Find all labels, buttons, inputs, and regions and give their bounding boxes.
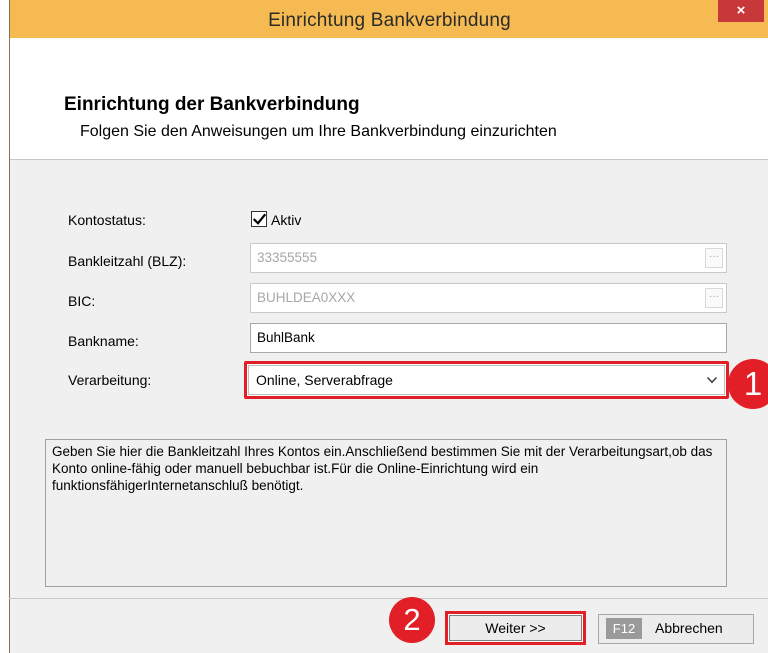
header-subtitle: Folgen Sie den Anweisungen um Ihre Bankv… [80, 123, 557, 140]
info-text: Geben Sie hier die Bankleitzahl Ihres Ko… [52, 444, 713, 493]
aktiv-checkbox[interactable] [251, 211, 267, 227]
blz-lookup-button[interactable]: ··· [705, 248, 723, 268]
cancel-button[interactable]: F12 Abbrechen [598, 614, 754, 644]
blz-value: 33355555 [257, 250, 318, 265]
checkmark-icon [253, 213, 266, 225]
header-pane: Einrichtung der Bankverbindung Folgen Si… [10, 38, 768, 160]
verarbeitung-label: Verarbeitung: [68, 372, 152, 388]
bic-lookup-button[interactable]: ··· [705, 288, 723, 308]
window-title: Einrichtung Bankverbindung [268, 10, 511, 31]
aktiv-label[interactable]: Aktiv [271, 212, 301, 228]
close-icon: × [736, 2, 746, 19]
bankname-label: Bankname: [68, 333, 139, 349]
next-button[interactable]: Weiter >> [449, 615, 582, 641]
info-box: Geben Sie hier die Bankleitzahl Ihres Ko… [45, 439, 727, 587]
kontostatus-label: Kontostatus: [68, 212, 146, 228]
bic-field[interactable]: BUHLDEA0XXX ··· [250, 283, 727, 313]
select-box[interactable]: Online, Serverabfrage [248, 365, 725, 395]
ellipsis-icon: ··· [709, 291, 719, 302]
bic-label: BIC: [68, 293, 96, 309]
title-bar[interactable]: Einrichtung Bankverbindung × [10, 0, 768, 38]
footer-divider [9, 598, 768, 599]
verarbeitung-value: Online, Serverabfrage [256, 372, 393, 388]
blz-field[interactable]: 33355555 ··· [250, 243, 727, 273]
bic-value: BUHLDEA0XXX [257, 290, 356, 305]
bankname-value: BuhlBank [257, 330, 315, 345]
next-button-highlight: Weiter >> [445, 611, 586, 645]
f12-key-badge: F12 [606, 618, 642, 639]
annotation-badge-2: 2 [389, 597, 435, 643]
verarbeitung-select[interactable]: Online, Serverabfrage [244, 361, 729, 399]
close-button[interactable]: × [718, 0, 764, 22]
ellipsis-icon: ··· [709, 251, 719, 262]
chevron-down-icon[interactable] [706, 375, 718, 385]
bankname-input[interactable]: BuhlBank [250, 323, 727, 353]
header-title: Einrichtung der Bankverbindung [64, 94, 360, 115]
blz-label: Bankleitzahl (BLZ): [68, 253, 187, 269]
cancel-label: Abbrechen [655, 620, 723, 636]
